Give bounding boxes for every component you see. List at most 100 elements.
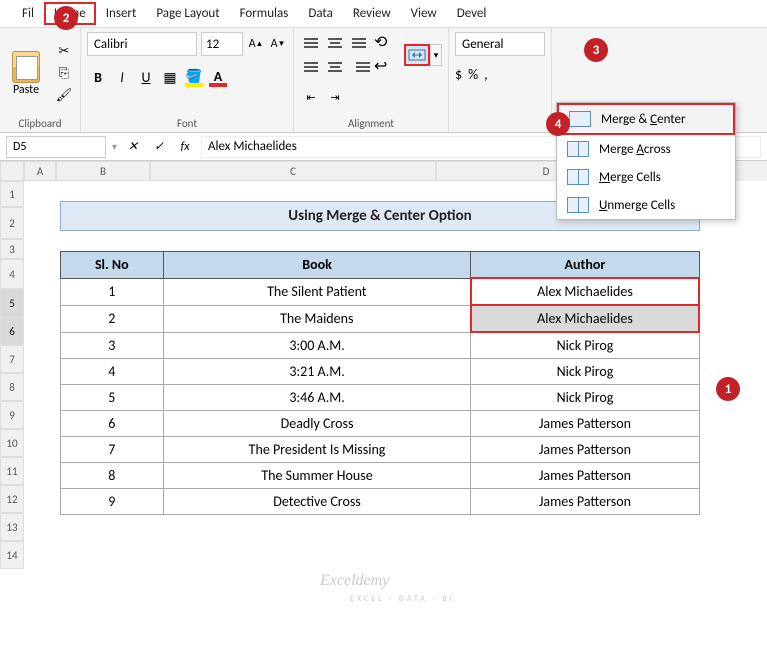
cell[interactable]: 4	[61, 359, 164, 385]
confirm-formula-button[interactable]: ✓	[149, 137, 169, 157]
row-header[interactable]: 3	[0, 239, 24, 259]
increase-indent-button[interactable]: ⇥	[324, 86, 346, 108]
tab-developer[interactable]: Devel	[447, 2, 497, 25]
align-right-button[interactable]	[348, 56, 370, 78]
cell[interactable]: 2	[61, 305, 164, 332]
clipboard-icon	[12, 51, 40, 83]
row-header[interactable]: 8	[0, 373, 24, 401]
cell[interactable]: Nick Pirog	[471, 359, 699, 385]
header-book[interactable]: Book	[163, 252, 471, 279]
merge-cells-item[interactable]: Merge Cells	[557, 163, 735, 191]
cell[interactable]: James Patterson	[471, 411, 699, 437]
cell[interactable]: 6	[61, 411, 164, 437]
cell[interactable]: 9	[61, 489, 164, 515]
merge-center-button[interactable]	[404, 44, 430, 66]
align-center-button[interactable]	[324, 56, 346, 78]
cell[interactable]: Detective Cross	[163, 489, 471, 515]
borders-button[interactable]: ▦	[159, 66, 181, 88]
table-row: 6Deadly CrossJames Patterson	[61, 411, 700, 437]
copy-button[interactable]: ⎘	[54, 65, 74, 83]
row-header[interactable]: 11	[0, 457, 24, 485]
merge-center-icon	[569, 111, 591, 127]
tab-review[interactable]: Review	[343, 2, 401, 25]
font-color-button[interactable]: A	[207, 66, 229, 88]
unmerge-icon	[567, 197, 589, 213]
name-box[interactable]	[6, 136, 106, 158]
orientation-button[interactable]: ⟲	[374, 32, 396, 54]
watermark-sub: EXCEL · DATA · BI	[350, 594, 455, 604]
tab-pagelayout[interactable]: Page Layout	[146, 2, 229, 25]
cell[interactable]: The Silent Patient	[163, 278, 471, 305]
row-header[interactable]: 4	[0, 259, 24, 289]
cell[interactable]: 3	[61, 332, 164, 359]
row-header[interactable]: 9	[0, 401, 24, 429]
col-header-b[interactable]: B	[56, 161, 150, 181]
cell[interactable]: 3:46 A.M.	[163, 385, 471, 411]
cell[interactable]: The President Is Missing	[163, 437, 471, 463]
cell[interactable]: James Patterson	[471, 489, 699, 515]
header-author[interactable]: Author	[471, 252, 699, 279]
wrap-text-button[interactable]: ↩	[374, 56, 396, 78]
cell[interactable]: 5	[61, 385, 164, 411]
currency-button[interactable]: $	[455, 66, 462, 83]
cell-selected[interactable]: Alex Michaelides	[471, 305, 699, 332]
cell[interactable]: Nick Pirog	[471, 332, 699, 359]
increase-font-button[interactable]: A▲	[247, 35, 265, 53]
bold-button[interactable]: B	[87, 66, 109, 88]
cell[interactable]: The Summer House	[163, 463, 471, 489]
row-header[interactable]: 10	[0, 429, 24, 457]
align-left-button[interactable]	[300, 56, 322, 78]
font-size-input[interactable]	[201, 32, 243, 56]
cell[interactable]: The Maidens	[163, 305, 471, 332]
cut-button[interactable]: ✂	[54, 43, 74, 61]
header-slno[interactable]: Sl. No	[61, 252, 164, 279]
cell[interactable]: 3:00 A.M.	[163, 332, 471, 359]
align-bottom-button[interactable]	[348, 32, 370, 54]
format-painter-button[interactable]: 🖌	[54, 87, 74, 105]
cell[interactable]: 3:21 A.M.	[163, 359, 471, 385]
row-header[interactable]: 12	[0, 485, 24, 513]
merge-across-item[interactable]: Merge Across	[557, 135, 735, 163]
cell[interactable]: Nick Pirog	[471, 385, 699, 411]
tab-data[interactable]: Data	[298, 2, 343, 25]
number-format-input[interactable]	[455, 32, 545, 56]
tab-insert[interactable]: Insert	[96, 2, 147, 25]
tab-file[interactable]: Fil	[12, 2, 44, 25]
cell[interactable]: 1	[61, 278, 164, 305]
comma-button[interactable]: ,	[484, 66, 488, 83]
paste-button[interactable]: Paste	[6, 47, 46, 101]
row-header[interactable]: 14	[0, 541, 24, 569]
tab-view[interactable]: View	[401, 2, 447, 25]
select-all-corner[interactable]	[0, 161, 24, 181]
col-header-a[interactable]: A	[24, 161, 56, 181]
cell[interactable]: James Patterson	[471, 463, 699, 489]
watermark: Exceldemy	[320, 572, 389, 590]
row-header[interactable]: 6	[0, 317, 24, 345]
row-header[interactable]: 2	[0, 207, 24, 239]
percent-button[interactable]: %	[468, 66, 478, 83]
row-header[interactable]: 1	[0, 181, 24, 207]
tab-formulas[interactable]: Formulas	[230, 2, 299, 25]
fill-color-button[interactable]: 🪣	[183, 66, 205, 88]
cell[interactable]: James Patterson	[471, 437, 699, 463]
cell[interactable]: Deadly Cross	[163, 411, 471, 437]
merge-dropdown-button[interactable]: ▾	[430, 44, 442, 66]
row-header[interactable]: 7	[0, 345, 24, 373]
col-header-c[interactable]: C	[150, 161, 436, 181]
cell-selected[interactable]: Alex Michaelides	[471, 278, 699, 305]
decrease-indent-button[interactable]: ⇤	[300, 86, 322, 108]
cell[interactable]: 7	[61, 437, 164, 463]
font-name-input[interactable]	[87, 32, 197, 56]
italic-button[interactable]: I	[111, 66, 133, 88]
row-header[interactable]: 13	[0, 513, 24, 541]
decrease-font-button[interactable]: A▼	[269, 35, 287, 53]
cancel-formula-button[interactable]: ✕	[123, 137, 143, 157]
align-middle-button[interactable]	[324, 32, 346, 54]
insert-function-button[interactable]: fx	[175, 137, 195, 157]
row-header[interactable]: 5	[0, 289, 24, 317]
cell[interactable]: 8	[61, 463, 164, 489]
unmerge-cells-item[interactable]: Unmerge Cells	[557, 191, 735, 219]
align-top-button[interactable]	[300, 32, 322, 54]
merge-center-item[interactable]: Merge & Center	[557, 103, 735, 135]
underline-button[interactable]: U	[135, 66, 157, 88]
